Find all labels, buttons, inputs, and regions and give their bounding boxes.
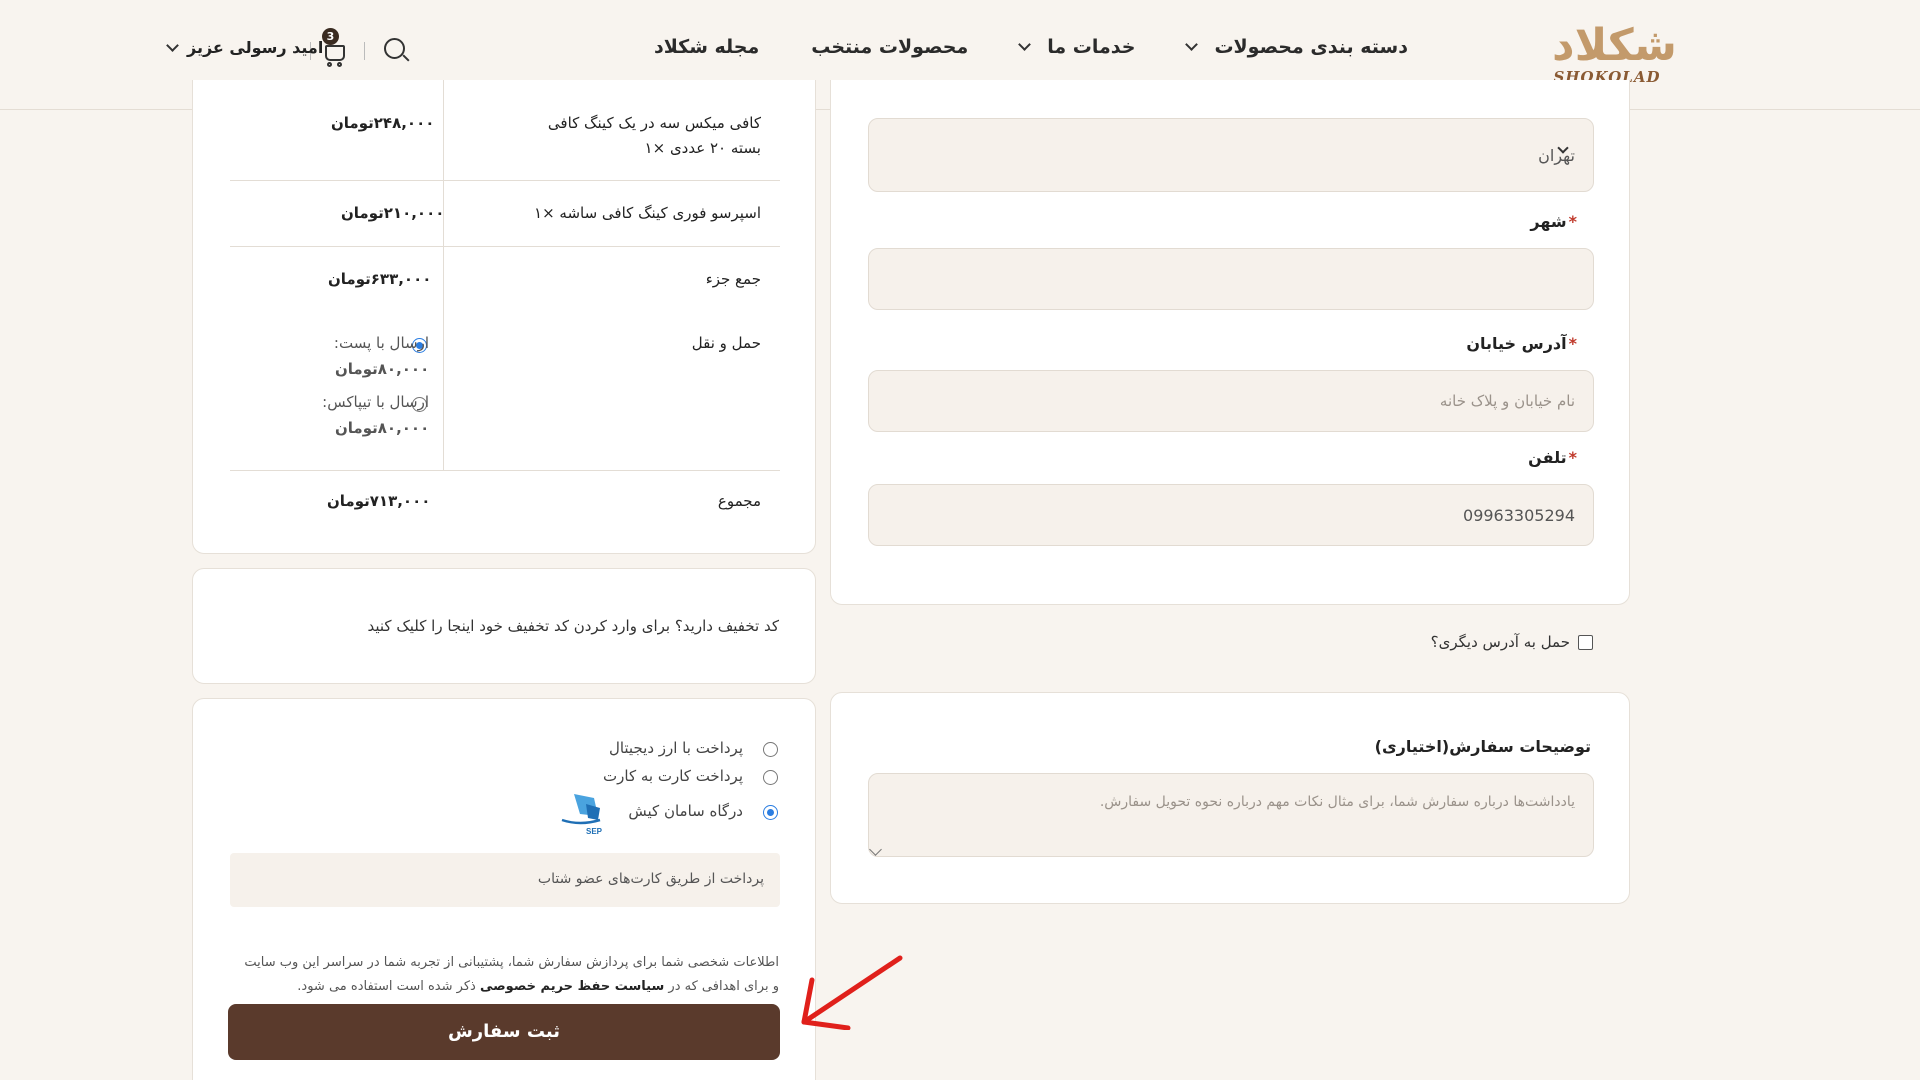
total-label: مجموع: [717, 492, 761, 510]
logo-persian-text: شکلاد: [1552, 20, 1677, 71]
cart-count-badge: 3: [322, 28, 339, 45]
order-item-price: ۲۱۰,۰۰۰تومان: [341, 204, 445, 222]
shipping-label: حمل و نقل: [691, 334, 761, 352]
payment-saman-label: درگاه سامان کیش: [628, 802, 743, 820]
privacy-notice-line2: و برای اهدافی که در سیاست حفظ حریم خصوصی…: [297, 979, 779, 994]
table-divider: [230, 246, 780, 247]
chevron-down-icon: [1018, 38, 1032, 51]
payment-card-to-card-radio[interactable]: [763, 770, 778, 785]
nav-item-label: دسته بندی محصولات: [1214, 36, 1408, 58]
nav-item-magazine[interactable]: مجله شکلاد: [654, 36, 759, 58]
ship-to-different-address-checkbox[interactable]: [1578, 635, 1593, 650]
saman-gateway-logo: SEP: [561, 794, 603, 836]
payment-gateway-description-box: پرداخت از طریق کارت‌های عضو شتاب: [230, 853, 780, 907]
nav-item-our-services[interactable]: خدمات ما: [1018, 36, 1136, 58]
phone-value: 09963305294: [1463, 505, 1575, 525]
shipping-tipax-label: ارسال با تیپاکس:: [322, 393, 429, 411]
street-address-input[interactable]: نام خیابان و پلاک خانه: [868, 370, 1594, 432]
chevron-down-icon: [166, 38, 179, 52]
street-address-label: *آدرس خیابان: [1466, 334, 1577, 353]
main-nav: دسته بندی محصولات خدمات ما محصولات منتخب…: [654, 36, 1408, 58]
header-divider: [364, 42, 365, 60]
nav-item-label: مجله شکلاد: [653, 36, 760, 58]
payment-crypto-radio[interactable]: [763, 742, 778, 757]
place-order-button[interactable]: ثبت سفارش: [228, 1004, 780, 1060]
total-value: ۷۱۳,۰۰۰تومان: [327, 492, 431, 510]
coupon-toggle-link[interactable]: کد تخفیف دارید؟ برای وارد کردن کد تخفیف …: [367, 617, 779, 635]
nav-item-label: محصولات منتخب: [811, 36, 969, 58]
order-item-quantity: بسته ۲۰ عددی ×۱: [644, 139, 761, 157]
street-address-placeholder: نام خیابان و پلاک خانه: [1439, 392, 1575, 410]
privacy-notice-line1: اطلاعات شخصی شما برای پردازش سفارش شما، …: [244, 955, 779, 970]
nav-item-label: خدمات ما: [1047, 36, 1136, 58]
subtotal-label: جمع جزء: [705, 270, 761, 288]
payment-crypto-label: پرداخت با ارز دیجیتال: [608, 739, 743, 757]
table-divider: [230, 470, 780, 471]
shipping-tipax-price: ۸۰,۰۰۰تومان: [335, 419, 430, 437]
shipping-post-price: ۸۰,۰۰۰تومان: [335, 360, 430, 378]
user-account-menu[interactable]: امید رسولی عزیز: [166, 38, 324, 57]
order-item-price: ۲۴۸,۰۰۰تومان: [331, 114, 435, 132]
city-input[interactable]: [868, 248, 1594, 310]
chevron-down-icon: [1185, 38, 1199, 51]
payment-saman-radio[interactable]: [763, 805, 778, 820]
table-column-divider: [443, 80, 444, 470]
coupon-card: کد تخفیف دارید؟ برای وارد کردن کد تخفیف …: [192, 568, 816, 684]
order-notes-placeholder: یادداشت‌ها درباره سفارش شما، برای مثال ن…: [1099, 794, 1575, 810]
annotation-arrow-icon: [801, 955, 903, 1030]
search-icon[interactable]: [384, 38, 410, 64]
ship-to-different-address-label: حمل به آدرس دیگری؟: [1430, 633, 1570, 651]
table-divider: [230, 180, 780, 181]
billing-details-card: تهران *شهر *آدرس خیابان نام خیابان و پلا…: [830, 80, 1630, 605]
privacy-policy-link[interactable]: سیاست حفظ حریم خصوصی: [480, 979, 664, 994]
subtotal-value: ۶۳۳,۰۰۰تومان: [328, 270, 432, 288]
payment-gateway-description: پرداخت از طریق کارت‌های عضو شتاب: [537, 871, 764, 887]
payment-card-to-card-label: پرداخت کارت به کارت: [603, 767, 743, 785]
shipping-post-label: ارسال با پست:: [333, 334, 429, 352]
order-item-name: اسپرسو فوری کینگ کافی ساشه ×۱: [534, 204, 761, 222]
nav-item-featured-products[interactable]: محصولات منتخب: [811, 36, 968, 58]
phone-label: *تلفن: [1528, 448, 1577, 467]
phone-input[interactable]: 09963305294: [868, 484, 1594, 546]
order-notes-label: توضیحات سفارش(اختیاری): [1374, 737, 1591, 756]
province-value: تهران: [1538, 145, 1575, 165]
user-name: امید رسولی عزیز: [187, 38, 324, 57]
province-select[interactable]: تهران: [868, 118, 1594, 192]
order-notes-card: توضیحات سفارش(اختیاری) یادداشت‌ها درباره…: [830, 692, 1630, 904]
city-label: *شهر: [1530, 212, 1577, 231]
saman-gateway-logo-text: SEP: [586, 827, 603, 836]
nav-item-product-categories[interactable]: دسته بندی محصولات: [1185, 36, 1408, 58]
order-item-name: کافی میکس سه در یک کینگ کافی: [547, 114, 761, 132]
order-review-card: کافی میکس سه در یک کینگ کافی بسته ۲۰ عدد…: [192, 80, 816, 554]
order-notes-textarea[interactable]: یادداشت‌ها درباره سفارش شما، برای مثال ن…: [868, 773, 1594, 857]
